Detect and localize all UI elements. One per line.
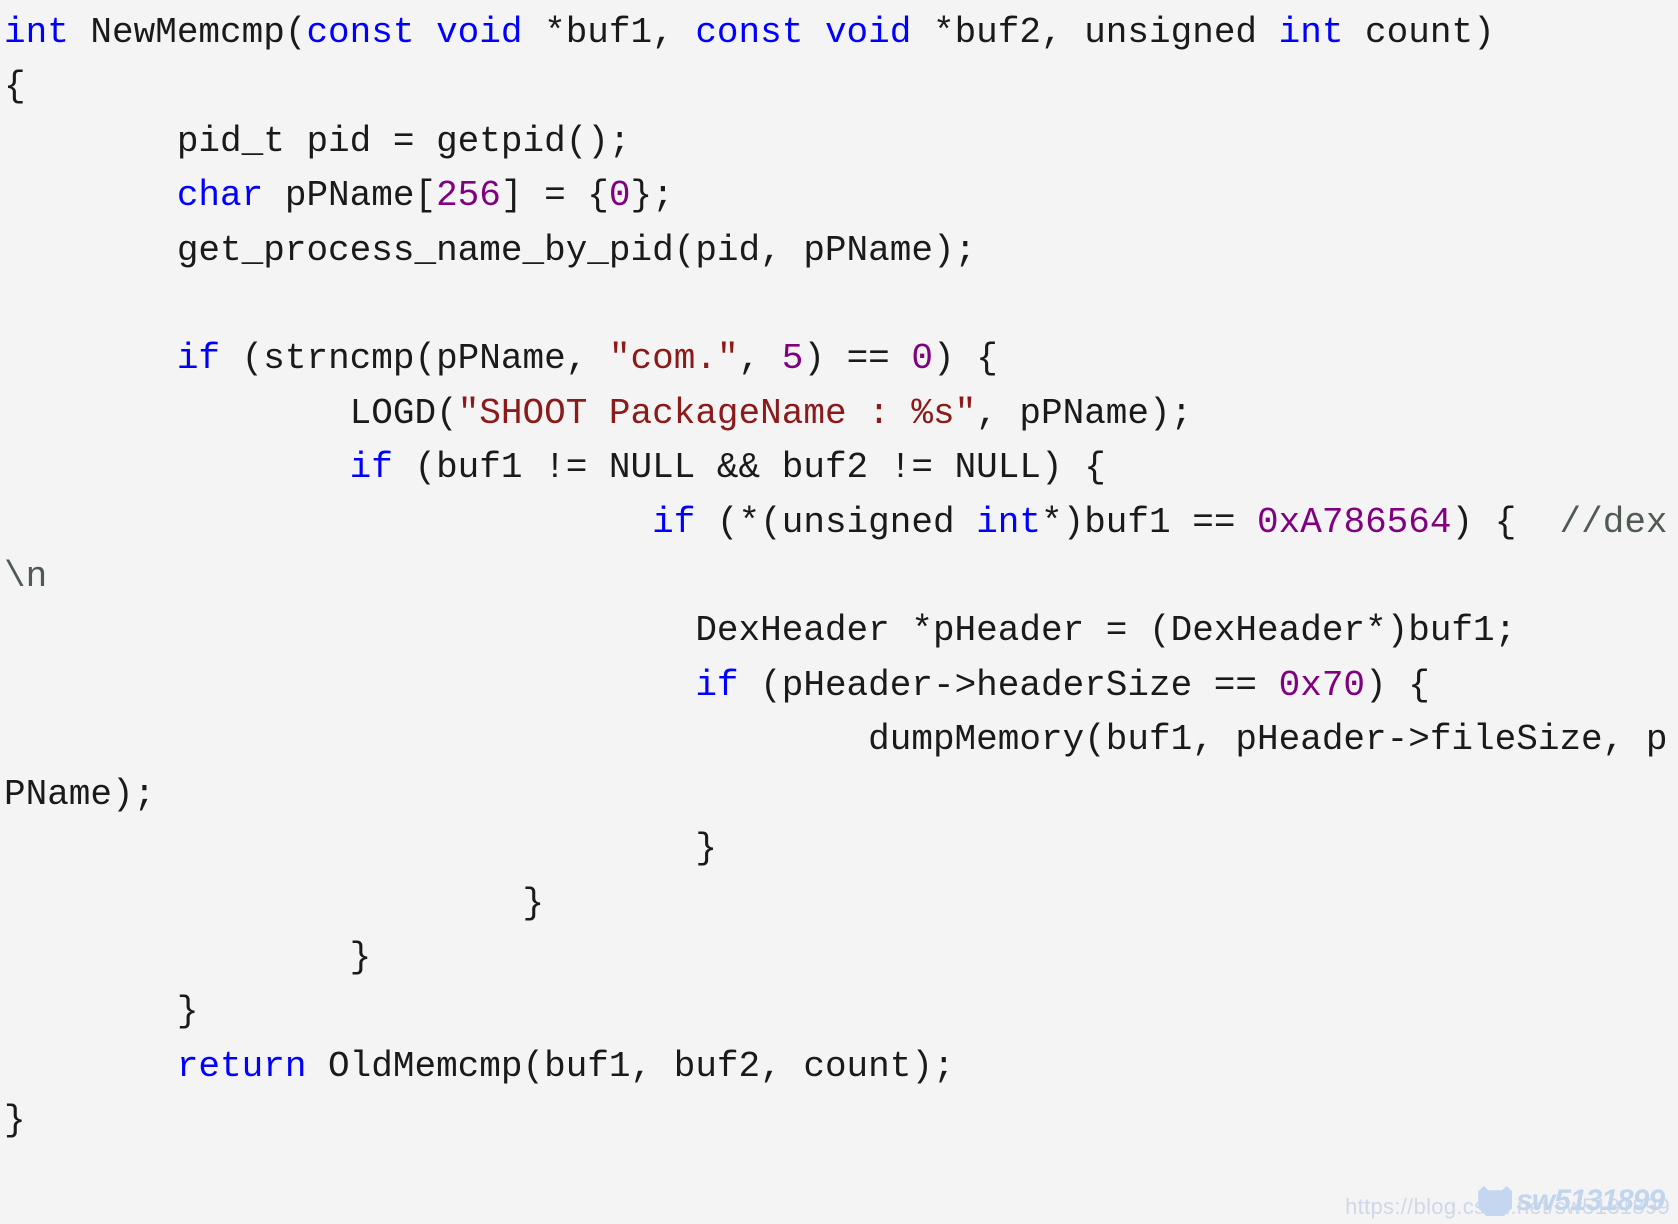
code-token-txt: (buf1 != NULL && buf2 != NULL) { [392, 447, 1106, 489]
code-line: if (strncmp(pPName, "com.", 5) == 0) { [0, 332, 1678, 386]
code-token-txt: } [4, 1100, 26, 1142]
code-token-txt: *)buf1 == [1041, 501, 1258, 543]
code-line: } [0, 931, 1678, 985]
code-token-txt: pPName[ [263, 175, 437, 217]
code-line: } [0, 877, 1678, 931]
code-token-kw: int [4, 12, 69, 53]
code-token-kw: int [1278, 12, 1344, 53]
code-token-txt: } [4, 828, 717, 870]
code-token-kw: const void [306, 12, 523, 53]
code-token-txt: *buf2, unsigned [911, 12, 1279, 53]
code-token-txt: ) { [1451, 501, 1560, 543]
code-token-txt: *buf1, [522, 12, 696, 53]
code-token-txt: (pHeader->headerSize == [738, 664, 1279, 706]
code-token-kw: int [976, 501, 1041, 543]
code-token-num: 0 [608, 175, 631, 217]
code-token-kw: if [695, 664, 739, 706]
code-token-num: 256 [436, 175, 501, 217]
code-line: } [0, 1094, 1678, 1148]
code-token-txt: dumpMemory(buf1, pHeader->fileSize, pPNa… [4, 719, 1668, 815]
code-token-txt: ) { [1365, 664, 1430, 706]
code-token-txt: , [738, 338, 782, 380]
code-token-txt: }; [630, 175, 674, 217]
code-token-txt: OldMemcmp(buf1, buf2, count); [306, 1045, 955, 1087]
code-line: DexHeader *pHeader = (DexHeader*)buf1; [0, 604, 1678, 658]
code-token-txt: , pPName); [976, 392, 1193, 434]
code-line: char pPName[256] = {0}; [0, 169, 1678, 223]
code-token-kw: if [652, 501, 696, 543]
code-token-num: 0 [911, 338, 934, 380]
code-line: dumpMemory(buf1, pHeader->fileSize, pPNa… [0, 713, 1678, 822]
code-token-txt: get_process_name_by_pid(pid, pPName); [4, 229, 977, 271]
code-token-kw: if [349, 447, 393, 489]
code-token-kw: const void [695, 12, 912, 53]
code-token-kw: char [176, 175, 264, 217]
code-token-kw: if [176, 338, 221, 380]
code-token-txt: ] = { [500, 175, 609, 217]
code-token-txt: (*(unsigned [695, 501, 977, 543]
code-token-txt: pid_t pid = getpid(); [4, 120, 631, 162]
code-line: return OldMemcmp(buf1, buf2, count); [0, 1040, 1678, 1094]
code-token-num: 0xA786564 [1257, 501, 1452, 543]
code-token-txt: } [4, 936, 372, 978]
code-token-txt: } [4, 882, 545, 924]
code-token-kw: return [176, 1045, 307, 1087]
code-token-txt: NewMemcmp( [68, 12, 307, 53]
code-line: if (buf1 != NULL && buf2 != NULL) { [0, 441, 1678, 495]
code-line: if (*(unsigned int*)buf1 == 0xA786564) {… [0, 496, 1678, 605]
code-line: } [0, 985, 1678, 1039]
code-line: { [0, 60, 1678, 114]
code-line: } [0, 822, 1678, 876]
code-token-txt: count) [1343, 12, 1495, 53]
code-token-txt: } [4, 991, 199, 1033]
code-line: if (pHeader->headerSize == 0x70) { [0, 659, 1678, 713]
code-token-num: 5 [781, 338, 804, 380]
code-line: LOGD("SHOOT PackageName : %s", pPName); [0, 387, 1678, 441]
code-token-txt: ) == [803, 338, 912, 380]
code-token-txt: ) { [933, 338, 998, 380]
code-token-txt: DexHeader *pHeader = (DexHeader*)buf1; [4, 610, 1517, 652]
code-line: get_process_name_by_pid(pid, pPName); [0, 224, 1678, 278]
code-block: int NewMemcmp(const void *buf1, const vo… [0, 0, 1678, 1224]
code-token-txt: { [4, 66, 26, 108]
code-line: int NewMemcmp(const void *buf1, const vo… [0, 6, 1678, 60]
code-token-txt: LOGD( [4, 392, 458, 434]
code-token-str: "SHOOT PackageName : %s" [457, 392, 977, 434]
code-line: pid_t pid = getpid(); [0, 115, 1678, 169]
code-token-txt: (strncmp(pPName, [220, 338, 609, 380]
code-token-str: "com." [608, 338, 739, 380]
code-token-num: 0x70 [1278, 664, 1366, 706]
